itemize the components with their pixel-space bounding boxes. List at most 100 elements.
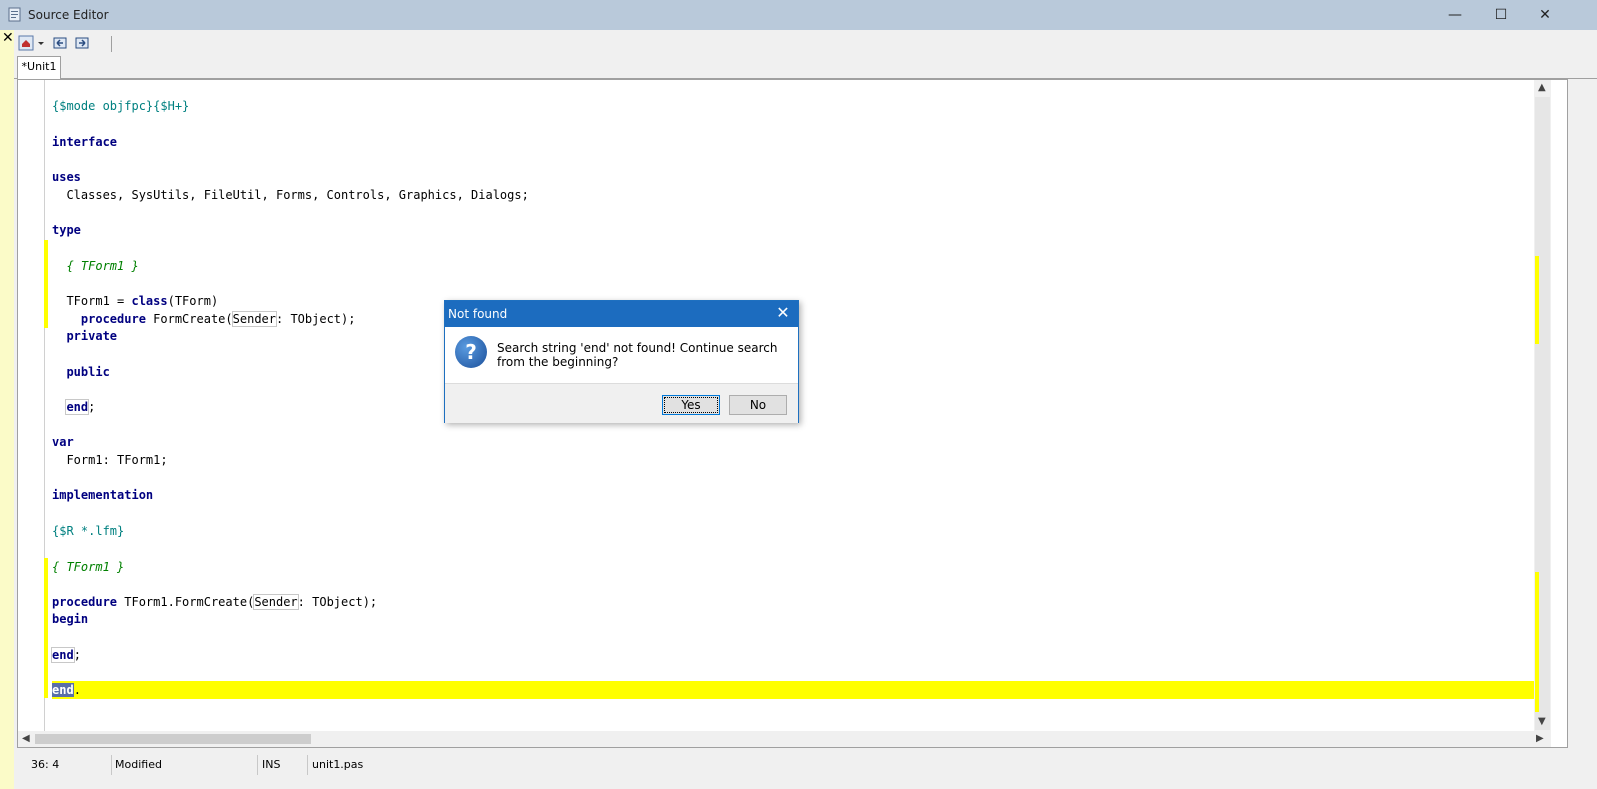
question-icon: ? [455,336,487,368]
code-line[interactable]: {$mode objfpc}{$H+} [52,97,189,115]
code-token: . [73,683,81,697]
home-icon[interactable] [18,35,34,51]
statusbar-separator [257,755,258,775]
code-line[interactable]: public [52,363,110,381]
toolbar-separator [111,36,112,52]
code-line[interactable]: private [52,327,117,345]
code-token: type [52,223,81,237]
code-token: ; [73,648,81,662]
code-line[interactable]: {$R *.lfm} [52,522,124,540]
dialog-button-bar: Yes No [445,383,798,423]
vertical-scrollbar[interactable]: ▲ ▼ [1534,80,1551,731]
jump-back-icon[interactable] [52,35,68,51]
code-token: : TObject); [297,595,378,609]
jump-forward-icon[interactable] [74,35,90,51]
code-token: procedure [52,595,118,609]
code-token: (TForm) [167,294,219,308]
dialog-close-button[interactable]: ✕ [774,304,792,322]
change-marker [44,558,48,698]
dropdown-arrow-icon[interactable] [36,35,46,51]
dialog-message: Search string 'end' not found! Continue … [497,341,778,369]
window-titlebar: Source Editor — ☐ ✕ [0,0,1597,30]
scrollbar-change-marker [1535,256,1539,344]
code-token: public [66,365,110,379]
dialog-titlebar: Not found ✕ [445,301,798,327]
code-token: TForm1.FormCreate( [117,595,255,609]
code-line[interactable]: procedure FormCreate(Sender: TObject); [52,310,355,328]
scroll-up-icon[interactable]: ▲ [1538,82,1546,93]
code-token: TForm1 = [52,294,132,308]
left-dock-strip: ✕ [0,30,14,789]
tab-unit1[interactable]: *Unit1 [17,56,61,79]
scroll-right-icon[interactable]: ▶ [1536,733,1544,744]
close-window-button[interactable]: ✕ [1522,0,1568,30]
not-found-dialog: Not found ✕ ? Search string 'end' not fo… [444,300,799,423]
code-token: { TForm1 } [66,259,139,273]
code-line[interactable]: TForm1 = class(TForm) [52,292,218,310]
code-token: Sender [253,594,299,610]
window-title: Source Editor [28,8,109,22]
code-line[interactable]: end; [52,398,95,416]
code-line[interactable]: type [52,221,81,239]
maximize-button[interactable]: ☐ [1478,0,1524,30]
code-line[interactable]: implementation [52,486,153,504]
code-token: var [52,435,74,449]
code-token: class [131,294,168,308]
code-token: end [52,683,74,697]
code-token: Classes, SysUtils, FileUtil, Forms, Cont… [52,188,529,202]
code-token: uses [52,170,81,184]
scroll-left-icon[interactable]: ◀ [22,733,30,744]
code-line[interactable]: procedure TForm1.FormCreate(Sender: TObj… [52,593,377,611]
code-token: end [51,647,75,663]
editor-tabbar: *Unit1 [14,56,1597,79]
code-line[interactable]: interface [52,133,117,151]
no-button[interactable]: No [729,395,787,415]
modified-status: Modified [115,758,162,771]
source-editor-app-icon [8,7,21,22]
scroll-down-icon[interactable]: ▼ [1538,716,1546,727]
horizontal-scrollbar[interactable]: ◀ ▶ [18,731,1551,747]
code-token: interface [52,135,118,149]
yes-button[interactable]: Yes [662,395,720,415]
statusbar-separator [307,755,308,775]
editor-toolbar [14,30,1597,56]
horizontal-scroll-thumb[interactable] [35,734,311,744]
code-token: implementation [52,488,154,502]
code-token: { TForm1 } [52,560,125,574]
scrollbar-change-marker [1535,572,1539,712]
insert-mode: INS [262,758,281,771]
code-token: {$R *.lfm} [52,524,125,538]
code-token: private [66,329,118,343]
code-token: end [65,399,90,415]
close-panel-icon[interactable]: ✕ [2,30,14,46]
code-line[interactable]: uses [52,168,81,186]
code-token: Sender [231,311,278,327]
code-token: procedure [80,312,146,326]
statusbar: 36: 4 Modified INS unit1.pas [17,755,1566,777]
code-token: : TObject); [276,312,356,326]
code-line[interactable]: { TForm1 } [52,257,139,275]
code-line[interactable]: var [52,433,74,451]
code-line[interactable]: Classes, SysUtils, FileUtil, Forms, Cont… [52,186,529,204]
code-token: begin [52,612,89,626]
minimize-button[interactable]: — [1432,0,1478,30]
code-line[interactable]: { TForm1 } [52,558,124,576]
code-token: Form1: TForm1; [52,453,168,467]
editor-gutter [18,80,44,731]
code-line[interactable]: end. [52,681,81,699]
code-token: ; [88,400,96,414]
current-line-highlight [52,681,1534,699]
code-line[interactable]: Form1: TForm1; [52,451,168,469]
code-line[interactable]: end; [51,646,81,664]
change-marker [44,240,48,328]
statusbar-separator [111,755,112,775]
code-token: FormCreate( [145,312,233,326]
file-name: unit1.pas [312,758,364,771]
code-line[interactable]: begin [52,610,88,628]
code-token: {$mode objfpc}{$H+} [52,99,190,113]
